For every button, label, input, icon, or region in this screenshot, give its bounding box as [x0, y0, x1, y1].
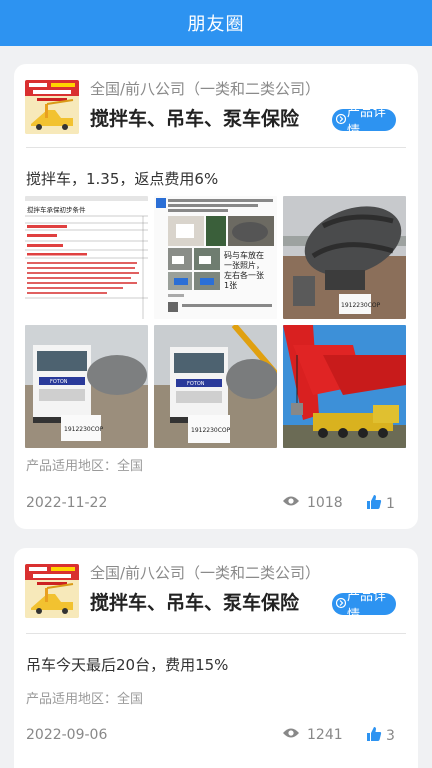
- image-grid: 搅拌车承保初步条件 码与车放在 一张照片， 左右各一张 1张 1912230CO…: [25, 196, 407, 448]
- company-category: 全国/前八公司（一类和二类公司）: [90, 80, 321, 98]
- svg-text:FOTON: FOTON: [50, 379, 68, 385]
- applicable-region: 产品适用地区：全国: [26, 459, 144, 474]
- plate-note: 1912230COP: [64, 426, 104, 433]
- like-count: 3: [386, 728, 395, 744]
- svg-text:FOTON: FOTON: [187, 381, 205, 387]
- post-image[interactable]: 码与车放在 一张照片， 左右各一张 1张: [154, 196, 277, 319]
- document-heading: 搅拌车承保初步条件: [27, 205, 86, 214]
- chevron-right-icon: [335, 113, 347, 127]
- applicable-region: 产品适用地区：全国: [26, 692, 144, 707]
- view-count-value: 1241: [307, 727, 343, 743]
- eye-icon: [282, 495, 300, 511]
- svg-text:左右各一张: 左右各一张: [224, 270, 264, 280]
- post-content: 吊车今天最后20台，费用15%: [26, 656, 229, 674]
- plate-note: 1912230COP: [341, 302, 381, 309]
- post-content: 搅拌车，1.35，返点费用6%: [26, 170, 219, 188]
- post-card[interactable]: 全国/前八公司（一类和二类公司） 搅拌车、吊车、泵车保险 产品详情 吊车今天最后…: [14, 548, 418, 768]
- plate-note: 1912230COP: [191, 427, 231, 434]
- view-count: 1241: [282, 727, 343, 743]
- post-card[interactable]: 全国/前八公司（一类和二类公司） 搅拌车、吊车、泵车保险 产品详情 搅拌车，1.…: [14, 64, 418, 529]
- svg-text:1张: 1张: [224, 281, 237, 290]
- post-date: 2022-11-22: [26, 495, 108, 511]
- like-count: 1: [386, 496, 395, 512]
- view-count-value: 1018: [307, 495, 343, 511]
- svg-text:一张照片，: 一张照片，: [224, 260, 264, 270]
- post-image[interactable]: FOTON 1912230COP: [25, 325, 148, 448]
- like-button[interactable]: 1: [366, 494, 395, 514]
- product-thumbnail[interactable]: [25, 80, 79, 134]
- chevron-right-icon: [335, 597, 347, 611]
- page-title: 朋友圈: [187, 14, 245, 35]
- thumbs-up-icon: [366, 494, 382, 514]
- product-title[interactable]: 搅拌车、吊车、泵车保险: [90, 104, 315, 131]
- post-image[interactable]: 1912230COP: [283, 196, 406, 319]
- post-image[interactable]: 搅拌车承保初步条件: [25, 196, 148, 319]
- svg-text:码与车放在: 码与车放在: [224, 250, 264, 260]
- view-count: 1018: [282, 495, 343, 511]
- company-category: 全国/前八公司（一类和二类公司）: [90, 564, 321, 582]
- detail-button-label: 产品详情: [347, 589, 387, 623]
- product-detail-button[interactable]: 产品详情: [332, 105, 396, 139]
- detail-button-label: 产品详情: [347, 105, 387, 139]
- thumbs-up-icon: [366, 726, 382, 746]
- like-button[interactable]: 3: [366, 726, 395, 746]
- product-detail-button[interactable]: 产品详情: [332, 589, 396, 623]
- product-title[interactable]: 搅拌车、吊车、泵车保险: [90, 588, 315, 615]
- divider: [26, 147, 406, 148]
- top-app-bar: 朋友圈: [0, 0, 432, 46]
- post-image[interactable]: FOTON 1912230COP: [154, 325, 277, 448]
- divider: [26, 633, 406, 634]
- post-date: 2022-09-06: [26, 727, 108, 743]
- post-image[interactable]: [283, 325, 406, 448]
- product-thumbnail[interactable]: [25, 564, 79, 618]
- eye-icon: [282, 727, 300, 743]
